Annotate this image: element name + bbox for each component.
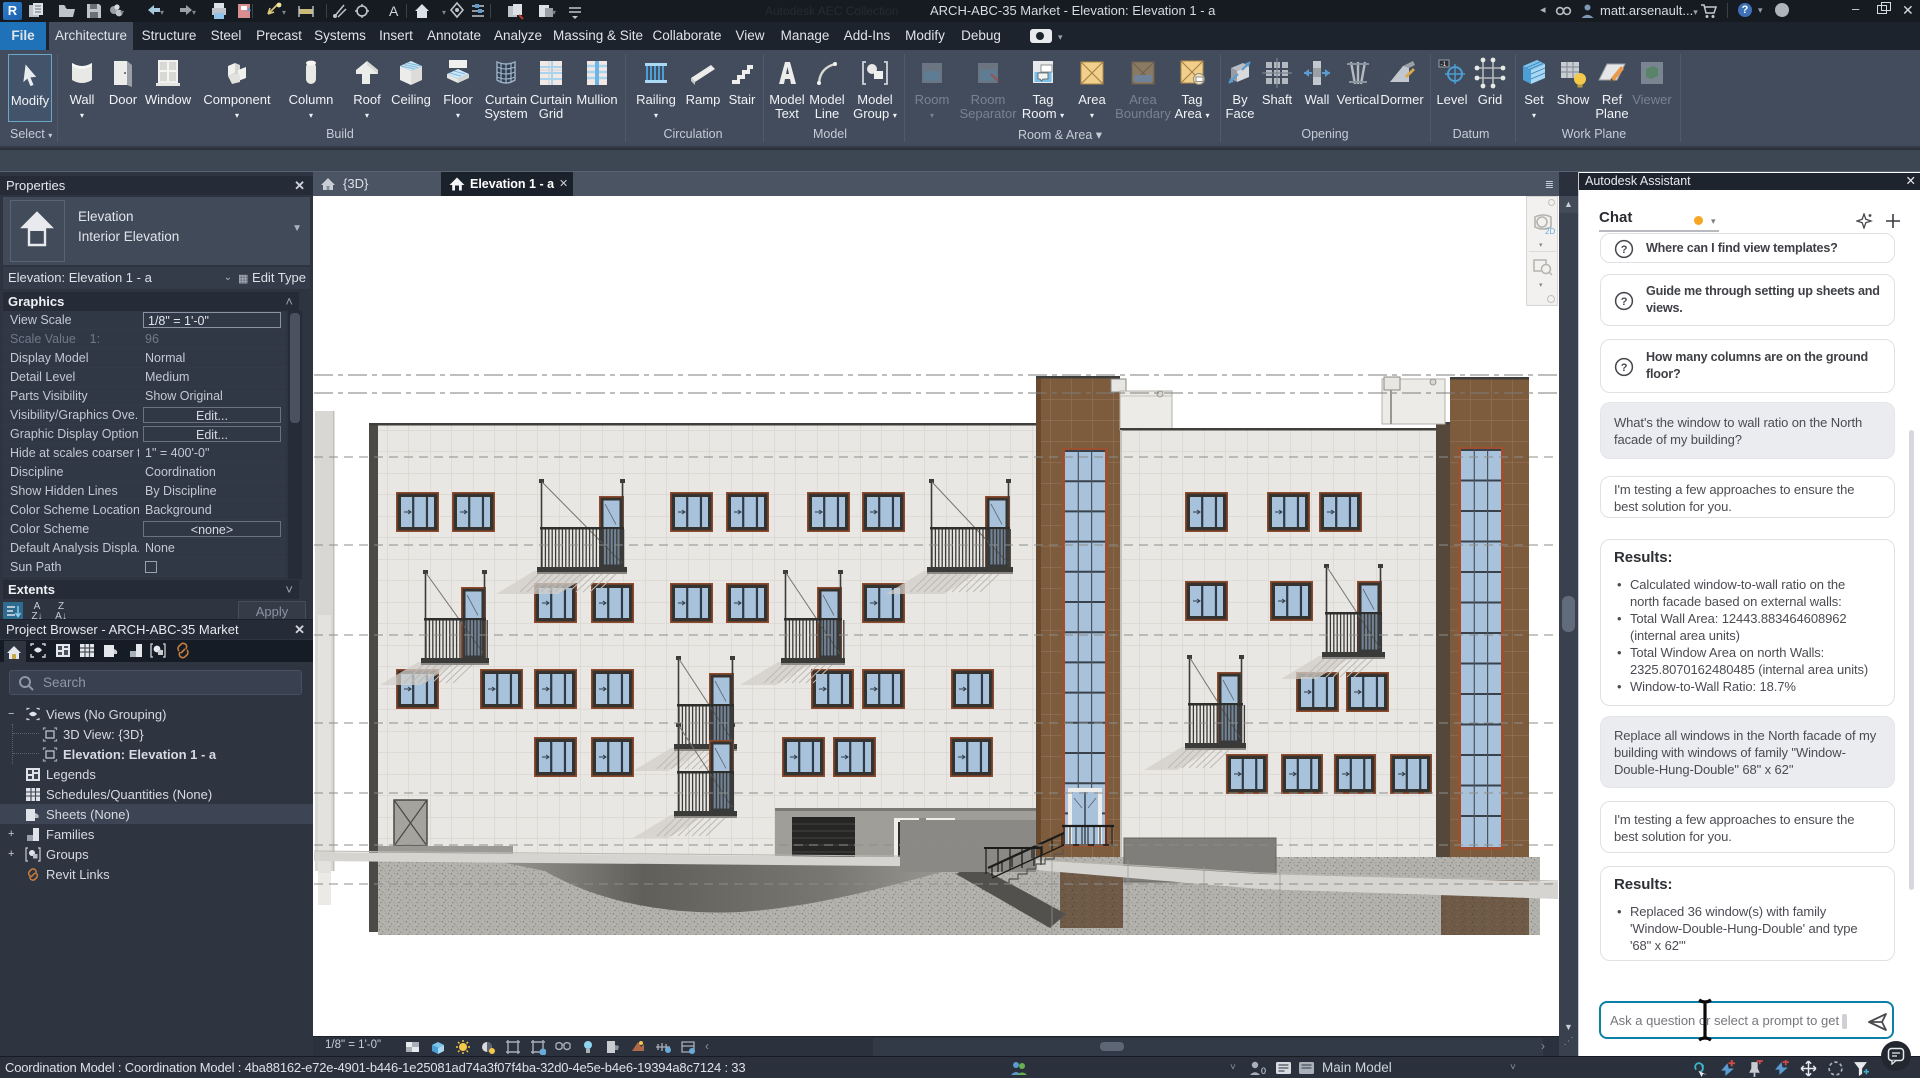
svg-text:-1: -1 xyxy=(1441,61,1447,68)
svg-text:2D: 2D xyxy=(1545,227,1555,236)
svg-text:A: A xyxy=(389,3,399,19)
svg-text:?: ? xyxy=(1621,296,1628,308)
svg-text:?: ? xyxy=(1621,244,1628,256)
svg-text:?: ? xyxy=(1621,362,1628,374)
svg-text:0: 0 xyxy=(1261,1066,1266,1076)
